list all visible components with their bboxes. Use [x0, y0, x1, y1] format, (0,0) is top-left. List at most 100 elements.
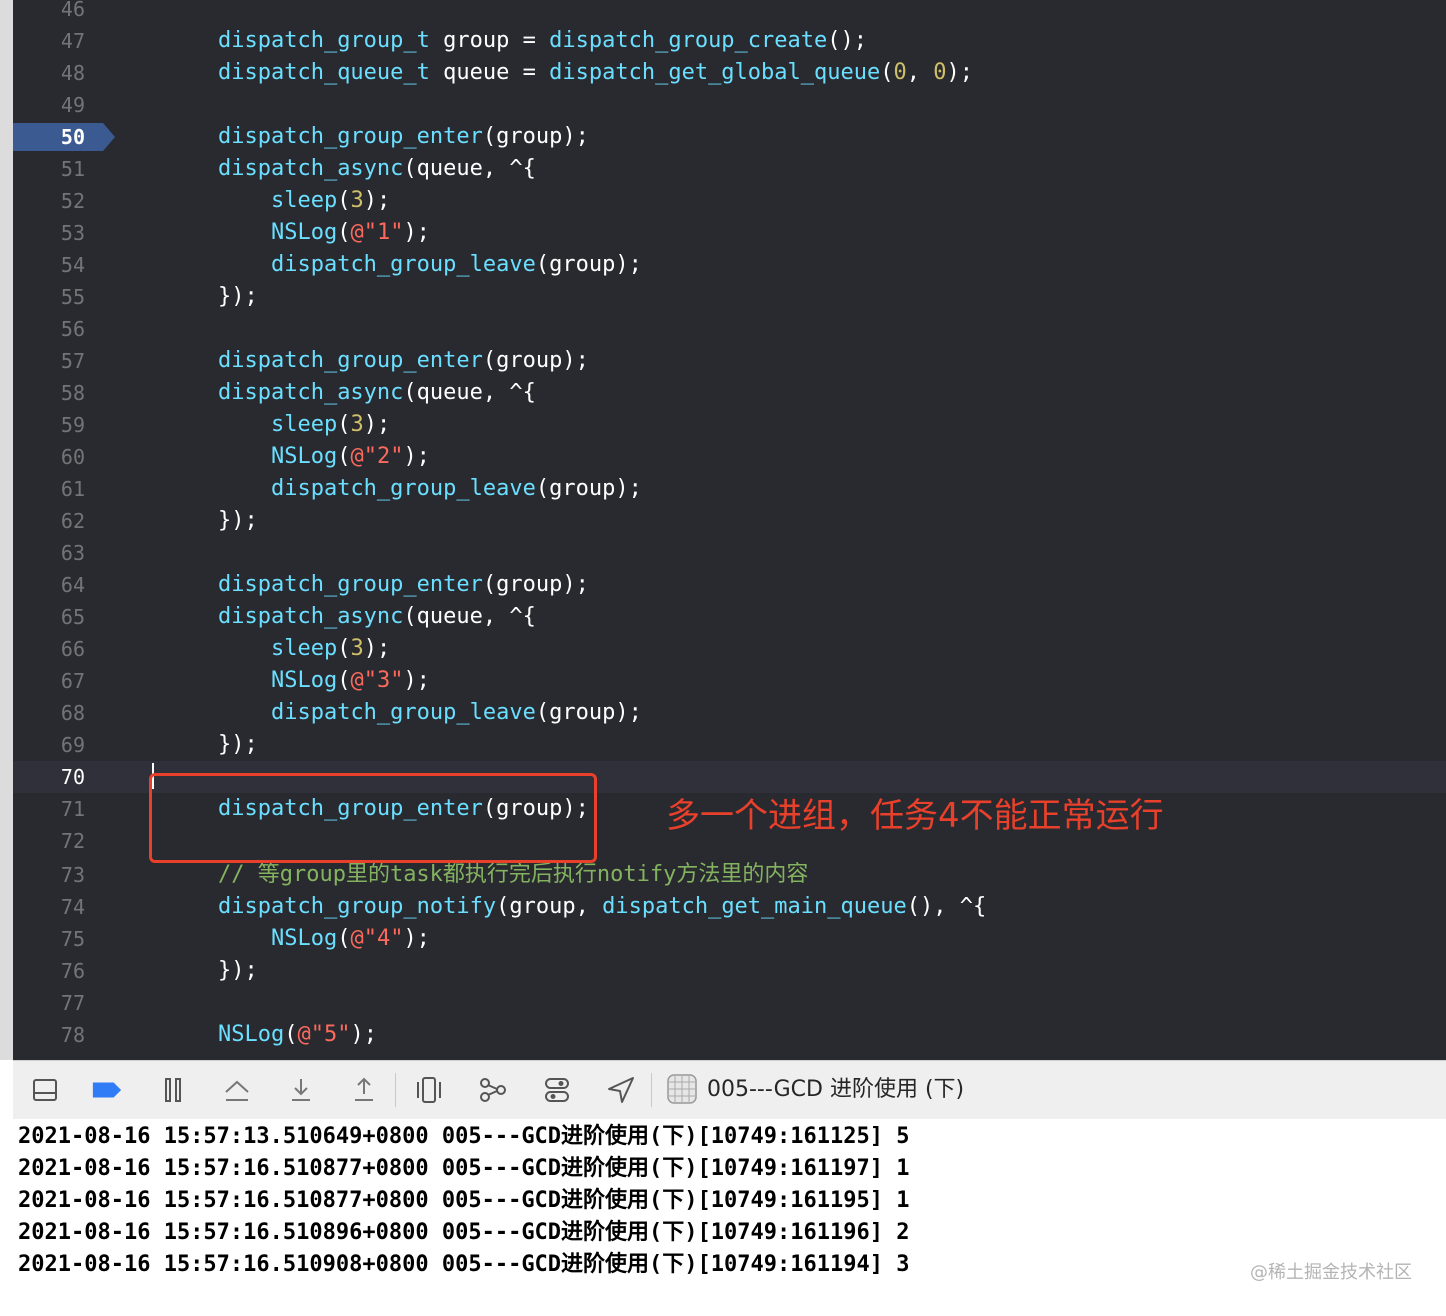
code-token: ( — [337, 412, 351, 437]
line-number[interactable]: 77 — [13, 987, 85, 1019]
line-number[interactable]: 48 — [13, 57, 85, 89]
line-number[interactable]: 72 — [13, 825, 85, 857]
code-line[interactable]: 57 dispatch_group_enter(group); — [13, 345, 1446, 377]
code-line[interactable]: 66 sleep(3); — [13, 633, 1446, 665]
code-line[interactable]: 52 sleep(3); — [13, 185, 1446, 217]
code-line[interactable]: 51 dispatch_async(queue, ^{ — [13, 153, 1446, 185]
code-text: }); — [165, 505, 258, 537]
line-number[interactable]: 78 — [13, 1019, 85, 1051]
step-out-icon[interactable] — [348, 1074, 380, 1106]
code-line[interactable]: 55 }); — [13, 281, 1446, 313]
code-text: }); — [165, 729, 258, 761]
code-text: NSLog(@"2"); — [165, 441, 430, 473]
environment-overrides-icon[interactable] — [541, 1074, 573, 1106]
line-number[interactable]: 62 — [13, 505, 85, 537]
code-token: sleep — [270, 636, 338, 661]
memory-graph-icon[interactable] — [477, 1074, 509, 1106]
line-number[interactable]: 57 — [13, 345, 85, 377]
line-number[interactable]: 76 — [13, 955, 85, 987]
code-line[interactable]: 69 }); — [13, 729, 1446, 761]
code-token: @"2" — [350, 444, 404, 469]
code-line[interactable]: 56 — [13, 313, 1446, 345]
code-token: ); — [946, 60, 974, 85]
code-line[interactable]: 50 dispatch_group_enter(group); — [13, 121, 1446, 153]
code-line[interactable]: 58 dispatch_async(queue, ^{ — [13, 377, 1446, 409]
code-line[interactable]: 59 sleep(3); — [13, 409, 1446, 441]
code-line[interactable]: 75 NSLog(@"4"); — [13, 923, 1446, 955]
code-token: dispatch_async — [217, 156, 404, 181]
line-number[interactable]: 75 — [13, 923, 85, 955]
line-number[interactable]: 61 — [13, 473, 85, 505]
line-number[interactable]: 69 — [13, 729, 85, 761]
simulate-location-icon[interactable] — [605, 1074, 637, 1106]
line-number[interactable]: 74 — [13, 891, 85, 923]
line-number[interactable]: 59 — [13, 409, 85, 441]
code-line[interactable]: 61 dispatch_group_leave(group); — [13, 473, 1446, 505]
line-number[interactable]: 56 — [13, 313, 85, 345]
code-line[interactable]: 73 // 等group里的task都执行完后执行notify方法里的内容 — [13, 859, 1446, 891]
code-line[interactable]: 76 }); — [13, 955, 1446, 987]
scheme-label[interactable]: 005---GCD 进阶使用 (下) — [707, 1061, 964, 1119]
line-number[interactable]: 63 — [13, 537, 85, 569]
line-number[interactable]: 68 — [13, 697, 85, 729]
line-number[interactable]: 60 — [13, 441, 85, 473]
code-token: }); — [165, 958, 258, 983]
code-line[interactable]: 78 NSLog(@"5"); — [13, 1019, 1446, 1051]
code-text: NSLog(@"3"); — [165, 665, 430, 697]
line-number[interactable]: 46 — [13, 0, 85, 25]
line-number[interactable]: 67 — [13, 665, 85, 697]
line-number[interactable]: 51 — [13, 153, 85, 185]
code-token: dispatch_group_enter — [217, 572, 483, 597]
code-line[interactable]: 64 dispatch_group_enter(group); — [13, 569, 1446, 601]
code-line[interactable]: 46 — [13, 0, 1446, 25]
line-number[interactable]: 71 — [13, 793, 85, 825]
code-line[interactable]: 54 dispatch_group_leave(group); — [13, 249, 1446, 281]
code-token: }); — [165, 732, 258, 757]
code-line[interactable]: 49 — [13, 89, 1446, 121]
code-line[interactable]: 67 NSLog(@"3"); — [13, 665, 1446, 697]
code-line[interactable]: 60 NSLog(@"2"); — [13, 441, 1446, 473]
line-number[interactable]: 54 — [13, 249, 85, 281]
step-over-icon[interactable] — [221, 1074, 253, 1106]
line-number[interactable]: 73 — [13, 859, 85, 891]
code-editor[interactable]: 46 47 dispatch_group_t group = dispatch_g… — [13, 0, 1446, 1060]
line-number[interactable]: 70 — [13, 761, 85, 793]
line-number[interactable]: 55 — [13, 281, 85, 313]
code-token: ( — [337, 636, 351, 661]
line-number[interactable]: 47 — [13, 25, 85, 57]
code-line[interactable]: 47 dispatch_group_t group = dispatch_gro… — [13, 25, 1446, 57]
step-into-icon[interactable] — [285, 1074, 317, 1106]
code-token: (group); — [482, 348, 589, 373]
code-line[interactable]: 63 — [13, 537, 1446, 569]
code-text: dispatch_group_leave(group); — [165, 697, 642, 729]
line-number[interactable]: 50 — [13, 121, 85, 153]
code-line[interactable]: 77 — [13, 987, 1446, 1019]
code-line[interactable]: 48 dispatch_queue_t queue = dispatch_get… — [13, 57, 1446, 89]
code-token: @"3" — [350, 668, 404, 693]
code-token: NSLog — [270, 926, 338, 951]
code-line[interactable]: 62 }); — [13, 505, 1446, 537]
code-token: (queue, ^{ — [403, 604, 536, 629]
breakpoints-toggle-icon[interactable] — [91, 1074, 123, 1106]
code-line[interactable]: 65 dispatch_async(queue, ^{ — [13, 601, 1446, 633]
app-scheme-icon[interactable] — [667, 1074, 697, 1104]
debug-console[interactable]: 2021-08-16 15:57:13.510649+0800 005---GC… — [0, 1119, 1446, 1316]
line-number[interactable]: 52 — [13, 185, 85, 217]
code-line[interactable]: 53 NSLog(@"1"); — [13, 217, 1446, 249]
line-number[interactable]: 58 — [13, 377, 85, 409]
view-hierarchy-icon[interactable] — [413, 1074, 445, 1106]
hide-debug-area-icon[interactable] — [29, 1074, 61, 1106]
code-line[interactable]: 68 dispatch_group_leave(group); — [13, 697, 1446, 729]
line-number[interactable]: 65 — [13, 601, 85, 633]
line-number[interactable]: 64 — [13, 569, 85, 601]
line-number[interactable]: 53 — [13, 217, 85, 249]
pause-icon[interactable] — [157, 1074, 189, 1106]
line-number[interactable]: 49 — [13, 89, 85, 121]
code-line[interactable]: 74 dispatch_group_notify(group, dispatch… — [13, 891, 1446, 923]
line-number[interactable]: 66 — [13, 633, 85, 665]
